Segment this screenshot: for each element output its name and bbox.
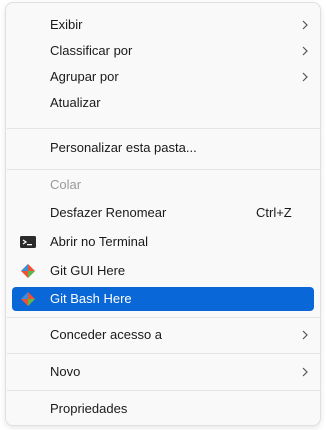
menu-item-label: Agrupar por (50, 69, 119, 84)
menu-item-propriedades[interactable]: Propriedades (12, 397, 314, 421)
menu-item-label: Git GUI Here (50, 263, 126, 278)
menu-item-label: Propriedades (50, 401, 128, 416)
menu-item-personalizar-pasta[interactable]: Personalizar esta pasta... (12, 136, 314, 160)
menu-separator (7, 169, 321, 170)
menu-item-label: Desfazer Renomear (50, 205, 167, 220)
menu-item-atualizar[interactable]: Atualizar (12, 91, 314, 115)
menu-item-label: Colar (50, 177, 82, 192)
menu-separator (7, 128, 321, 129)
menu-item-desfazer-renomear[interactable]: Desfazer Renomear Ctrl+Z (12, 201, 314, 225)
menu-separator (7, 353, 321, 354)
menu-item-git-gui-here[interactable]: Git GUI Here (12, 259, 314, 283)
git-diamond-icon (21, 292, 35, 306)
menu-item-label: Classificar por (50, 43, 133, 58)
terminal-icon (20, 236, 36, 248)
menu-item-exibir[interactable]: Exibir (12, 13, 314, 37)
shortcut-label: Ctrl+Z (256, 205, 292, 220)
menu-separator (7, 390, 321, 391)
chevron-right-icon (302, 20, 308, 30)
menu-item-classificar-por[interactable]: Classificar por (12, 39, 314, 63)
chevron-right-icon (302, 46, 308, 56)
menu-item-label: Abrir no Terminal (50, 234, 149, 249)
menu-item-agrupar-por[interactable]: Agrupar por (12, 65, 314, 89)
menu-item-abrir-terminal[interactable]: Abrir no Terminal (12, 230, 314, 254)
chevron-right-icon (302, 367, 308, 377)
menu-item-label: Atualizar (50, 95, 101, 110)
menu-item-label: Conceder acesso a (50, 327, 163, 342)
menu-item-git-bash-here[interactable]: Git Bash Here (12, 287, 314, 311)
menu-item-conceder-acesso[interactable]: Conceder acesso a (12, 323, 314, 347)
menu-item-label: Git Bash Here (50, 291, 132, 306)
context-menu: Exibir Classificar por Agrupar por Atual… (5, 2, 321, 426)
chevron-right-icon (302, 330, 308, 340)
git-diamond-icon (21, 264, 35, 278)
menu-item-label: Personalizar esta pasta... (50, 140, 197, 155)
menu-separator (7, 317, 321, 318)
menu-item-novo[interactable]: Novo (12, 360, 314, 384)
menu-item-label: Novo (50, 364, 81, 379)
chevron-right-icon (302, 72, 308, 82)
menu-item-colar: Colar (12, 173, 314, 197)
menu-item-label: Exibir (50, 17, 83, 32)
